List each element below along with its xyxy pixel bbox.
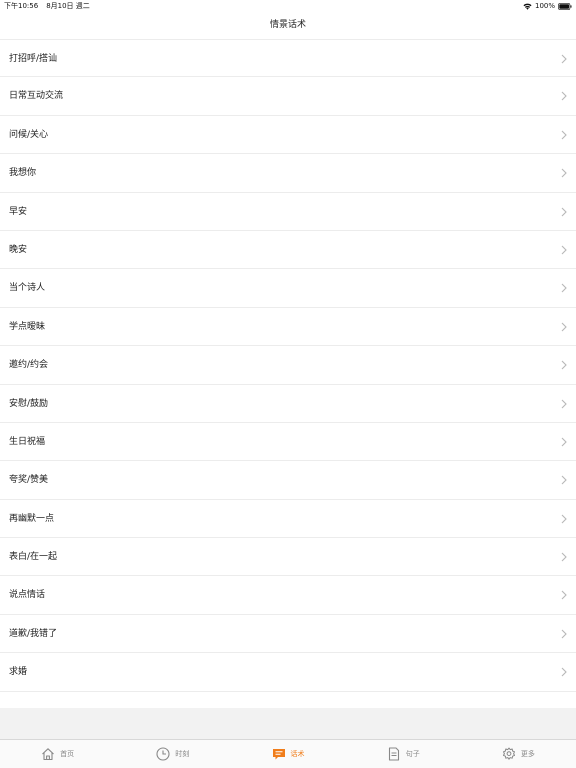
chevron-right-icon [561, 322, 567, 332]
tab-more[interactable]: 更多 [461, 740, 576, 768]
tab-sentences-label: 句子 [405, 750, 420, 758]
chevron-right-icon [561, 54, 567, 64]
list-item-label: 表白/在一起 [9, 552, 58, 563]
tab-scripts[interactable]: 话术 [230, 740, 345, 768]
list-item-label: 求婚 [9, 667, 28, 678]
battery-icon [558, 2, 572, 10]
tab-scripts-label: 话术 [290, 750, 305, 758]
list-item[interactable]: 早安 [0, 192, 576, 231]
chevron-right-icon [561, 92, 567, 101]
chevron-right-icon [561, 399, 567, 408]
list-item[interactable]: 打招呼/搭讪 [0, 39, 576, 78]
chevron-right-icon [561, 360, 567, 370]
document-icon [388, 747, 399, 761]
chevron-right-icon [561, 475, 567, 485]
tab-moments-label: 时刻 [175, 750, 190, 758]
tab-home-label: 首页 [60, 750, 75, 758]
clock-icon [156, 747, 170, 761]
status-left: 下午10:56 8月10日 週二 [4, 0, 98, 12]
list-item-label: 道歉/我错了 [9, 628, 58, 639]
list-item-label: 日常互动交流 [9, 91, 64, 102]
chevron-right-icon [561, 245, 567, 255]
status-bar: 下午10:56 8月10日 週二 100% [0, 0, 576, 12]
status-right: 100% [523, 0, 572, 12]
chevron-right-icon [561, 514, 567, 524]
list-item[interactable]: 邀约/约会 [0, 346, 576, 385]
list-item-label: 夸奖/赞美 [9, 475, 49, 486]
list-item[interactable]: 我想你 [0, 154, 576, 193]
scenario-list: 打招呼/搭讪 日常互动交流 问候/关心 我想你 早安 晚安 当个诗人 学点暧昧 … [0, 39, 576, 692]
tab-sentences[interactable]: 句子 [346, 740, 461, 768]
list-item-label: 晚安 [9, 244, 28, 255]
page-title: 情景话术 [269, 20, 306, 30]
home-icon [42, 748, 54, 761]
list-item-label: 再幽默一点 [9, 513, 55, 524]
list-item[interactable]: 说点情话 [0, 576, 576, 615]
nav-bar: 情景话术 [0, 12, 576, 39]
chevron-right-icon [561, 207, 567, 216]
chevron-right-icon [561, 168, 567, 178]
list-item-label: 当个诗人 [9, 283, 46, 294]
chevron-right-icon [561, 629, 567, 639]
list-item-label: 早安 [9, 206, 28, 217]
list-item[interactable]: 道歉/我错了 [0, 614, 576, 654]
list-item[interactable]: 日常互动交流 [0, 77, 576, 116]
list-item[interactable]: 当个诗人 [0, 269, 576, 308]
list-item-label: 打招呼/搭讪 [9, 54, 58, 64]
list-item[interactable]: 求婚 [0, 653, 576, 692]
list-item-label: 问候/关心 [9, 129, 49, 140]
list-item[interactable]: 晚安 [0, 230, 576, 270]
chevron-right-icon [561, 437, 567, 447]
list-item[interactable]: 夸奖/赞美 [0, 461, 576, 500]
chat-icon [272, 749, 285, 760]
list-item[interactable]: 问候/关心 [0, 115, 576, 155]
tab-bar: 首页 时刻 话术 句子 更多 [0, 739, 576, 768]
list-item[interactable]: 安慰/鼓励 [0, 384, 576, 423]
list-item[interactable]: 再幽默一点 [0, 499, 576, 539]
gear-icon [502, 747, 515, 760]
list-item-label: 安慰/鼓励 [9, 398, 49, 409]
list-item-label: 说点情话 [9, 590, 46, 601]
list-item[interactable]: 生日祝福 [0, 422, 576, 462]
list-item-label: 我想你 [9, 168, 37, 179]
list-item[interactable]: 表白/在一起 [0, 538, 576, 577]
chevron-right-icon [561, 130, 567, 140]
chevron-right-icon [561, 591, 567, 600]
chevron-right-icon [561, 552, 567, 562]
tab-home[interactable]: 首页 [0, 740, 115, 768]
tab-more-label: 更多 [520, 750, 535, 758]
battery-percentage: 100% [534, 2, 555, 10]
status-time: 下午10:56 [4, 2, 39, 10]
chevron-right-icon [561, 283, 567, 293]
list-background-fill [0, 708, 576, 739]
list-item-label: 学点暧昧 [9, 321, 46, 332]
list-item[interactable]: 学点暧昧 [0, 307, 576, 347]
wifi-icon [523, 3, 532, 10]
tab-moments[interactable]: 时刻 [115, 740, 230, 768]
chevron-right-icon [561, 667, 567, 677]
list-item-label: 邀约/约会 [9, 360, 49, 371]
status-date: 8月10日 週二 [46, 2, 90, 10]
list-item-label: 生日祝福 [9, 436, 46, 447]
